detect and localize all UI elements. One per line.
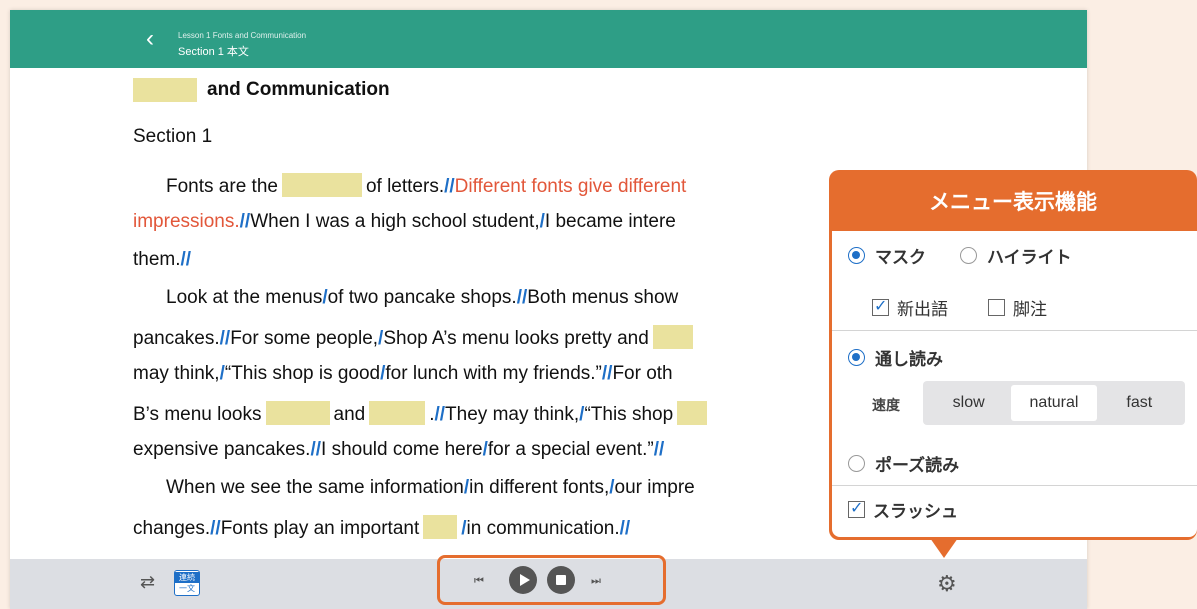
breadcrumb-section: Section 1 本文: [178, 46, 249, 58]
checkbox-checked-icon: [872, 296, 889, 316]
masked-word[interactable]: [265, 401, 330, 425]
continuous-label-bottom: 一文: [179, 584, 195, 593]
mask-radio[interactable]: マスク: [848, 243, 926, 268]
text-line: may think,/“This shop is good/for lunch …: [133, 363, 673, 384]
radio-selected-icon: [848, 349, 865, 366]
popup-body: マスク ハイライト 新出語 脚注 通し読み 速度 slow natural fa…: [832, 231, 1197, 537]
text-line: B’s menu looks and .//They may think,/“Thi…: [133, 401, 711, 426]
popup-pointer: [930, 538, 958, 558]
masked-word[interactable]: [652, 325, 693, 349]
stop-button[interactable]: [547, 566, 575, 594]
pause-read-label: ポーズ読み: [875, 456, 960, 476]
play-button[interactable]: [509, 566, 537, 594]
next-track-icon[interactable]: ⏭: [591, 575, 601, 588]
radio-unselected-icon: [848, 455, 865, 472]
checkbox-checked-icon: [848, 498, 865, 518]
divider: [832, 485, 1197, 486]
new-words-label: 新出語: [897, 300, 948, 320]
continuous-mode-icon[interactable]: 連続 一文: [174, 570, 200, 596]
highlight-label: ハイライト: [987, 248, 1072, 268]
highlight-radio[interactable]: ハイライト: [960, 243, 1072, 268]
text-line: Fonts are the of letters.//Different font…: [166, 173, 686, 198]
radio-unselected-icon: [960, 247, 977, 264]
top-bar: ‹ Lesson 1 Fonts and Communication Secti…: [10, 10, 1087, 68]
radio-selected-icon: [848, 247, 865, 264]
speed-slow-button[interactable]: slow: [926, 385, 1011, 421]
settings-menu-popup: メニュー表示機能 マスク ハイライト 新出語 脚注 通し読み 速度 slow n…: [829, 170, 1197, 540]
footnote-label: 脚注: [1013, 300, 1047, 320]
popup-title: メニュー表示機能: [929, 190, 1097, 214]
previous-track-icon[interactable]: ⏮: [474, 575, 484, 588]
continuous-label-top: 連続: [175, 572, 199, 583]
breadcrumb-lesson: Lesson 1 Fonts and Communication: [178, 31, 307, 40]
title-text: and Communication: [207, 79, 390, 100]
back-chevron-icon[interactable]: ‹: [146, 27, 166, 52]
new-words-checkbox[interactable]: 新出語: [872, 295, 948, 320]
text-line: pancakes.//For some people,/Shop A’s men…: [133, 325, 697, 350]
divider: [832, 330, 1197, 331]
speed-label: 速度: [872, 398, 900, 414]
read-through-label: 通し読み: [875, 350, 943, 370]
gear-icon[interactable]: ⚙: [937, 571, 957, 597]
masked-word[interactable]: [369, 401, 426, 425]
masked-word[interactable]: [677, 401, 708, 425]
text-line: changes.//Fonts play an important/in com…: [133, 515, 630, 540]
masked-word[interactable]: [423, 515, 458, 539]
slash-label: スラッシュ: [873, 502, 958, 522]
text-line: Look at the menus/of two pancake shops./…: [166, 287, 679, 308]
speed-segmented-control: slow natural fast: [923, 381, 1185, 425]
pause-read-radio[interactable]: ポーズ読み: [848, 451, 959, 476]
text-line: When we see the same information/in diff…: [166, 477, 695, 498]
text-line: them.//: [133, 249, 192, 270]
footnote-checkbox[interactable]: 脚注: [988, 295, 1047, 320]
masked-word[interactable]: [281, 173, 362, 197]
slash-checkbox[interactable]: スラッシュ: [848, 497, 958, 522]
text-line: impressions.//When I was a high school s…: [133, 211, 676, 232]
page-title: and Communication: [133, 78, 390, 102]
mask-label: マスク: [875, 248, 926, 268]
section-heading: Section 1: [133, 126, 213, 147]
text-line: expensive pancakes.//I should come here/…: [133, 439, 665, 460]
speed-fast-button[interactable]: fast: [1097, 385, 1182, 421]
repeat-icon[interactable]: ⇄: [140, 572, 155, 593]
checkbox-unchecked-icon: [988, 299, 1005, 316]
masked-word[interactable]: [133, 78, 197, 102]
read-through-radio[interactable]: 通し読み: [848, 345, 943, 370]
speed-natural-button[interactable]: natural: [1011, 385, 1097, 421]
